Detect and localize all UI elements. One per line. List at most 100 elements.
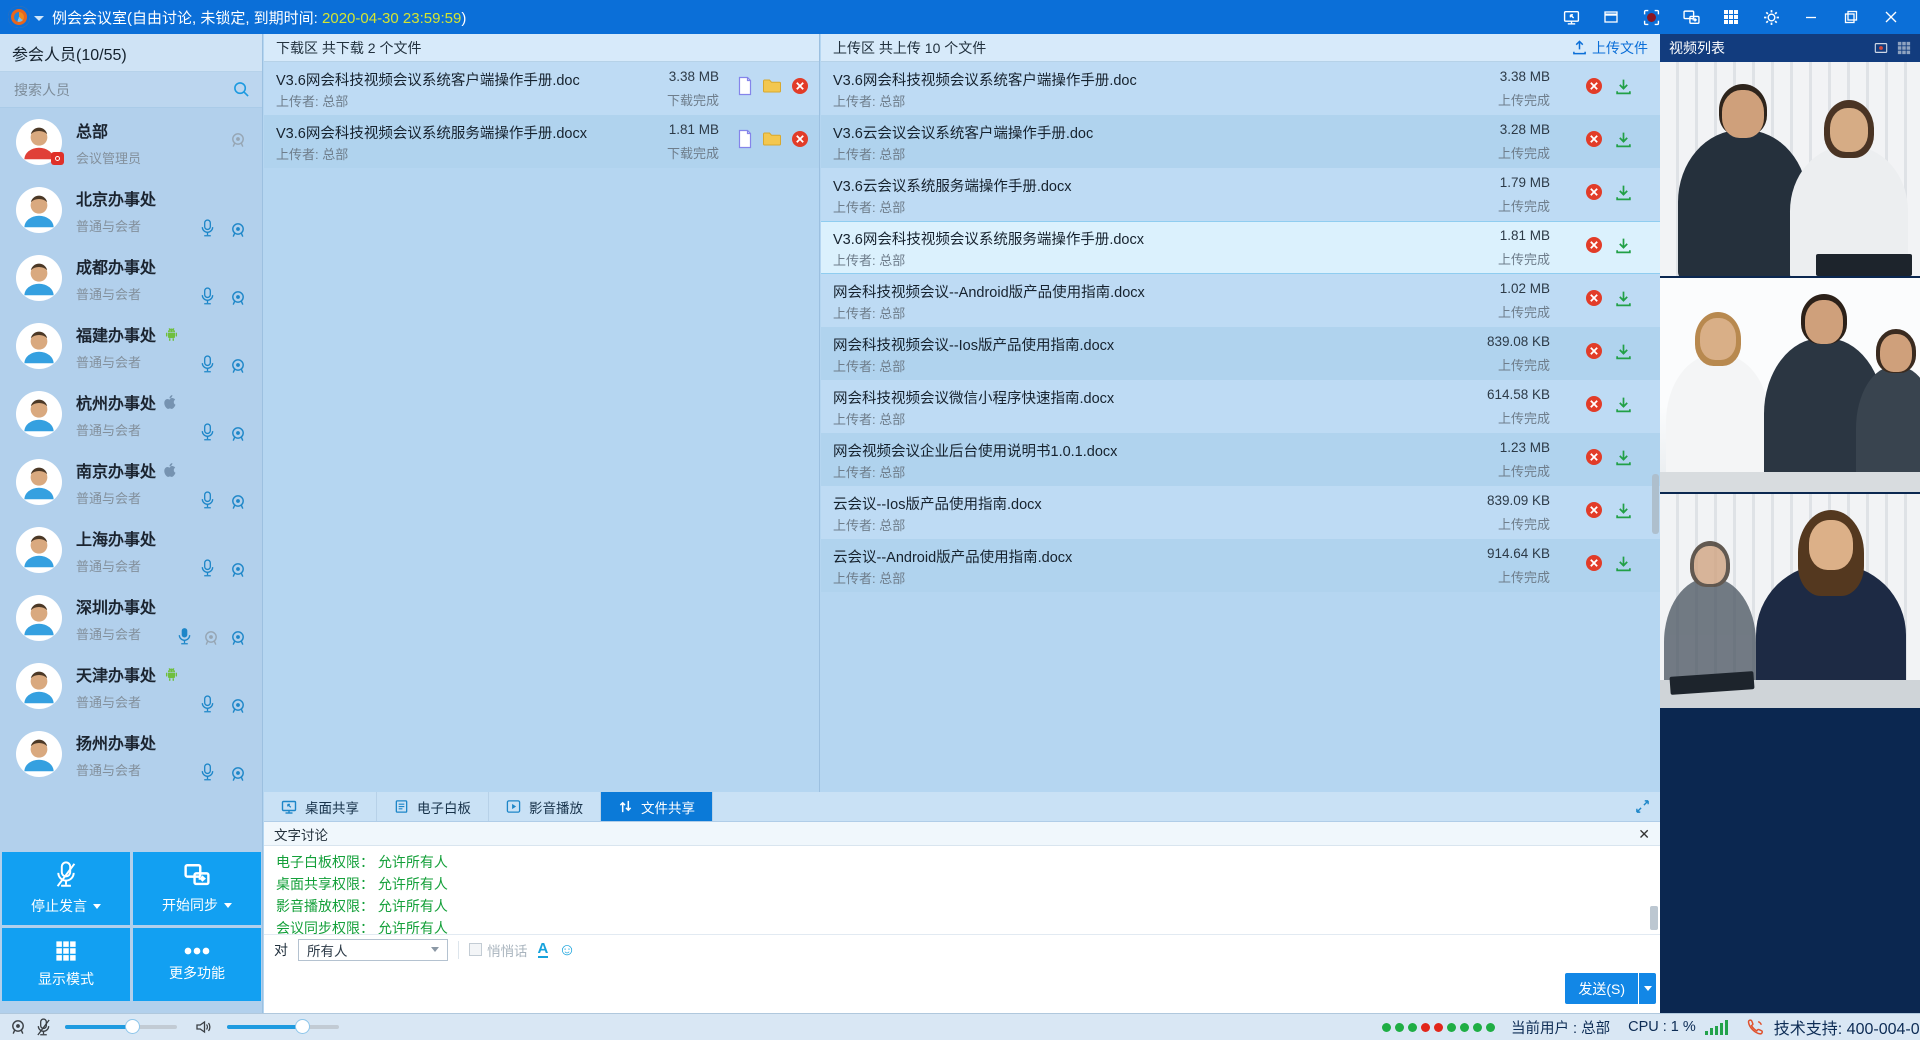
search-input[interactable] [12,81,233,99]
download-icon[interactable] [1615,396,1632,413]
webcam-icon[interactable] [230,494,246,510]
send-button[interactable]: 发送(S) [1565,973,1656,1004]
sync-screens-icon[interactable] [1676,4,1706,30]
chevron-down-icon[interactable] [224,903,232,908]
mic-icon[interactable] [200,695,215,714]
participant-row[interactable]: 扬州办事处 普通与会者 [0,720,262,788]
scrollbar-thumb[interactable] [1650,906,1658,930]
chat-input-area[interactable]: 发送(S) [264,964,1660,1012]
webcam-status-icon[interactable] [10,1019,26,1035]
upload-file-row[interactable]: V3.6网会科技视频会议系统服务端操作手册.docx 上传者: 总部 1.81 … [821,221,1660,274]
menu-chevron-icon[interactable] [34,16,44,21]
mic-icon[interactable] [200,355,215,374]
webcam-icon[interactable] [230,132,246,148]
open-folder-icon[interactable] [762,131,782,147]
delete-icon[interactable] [1585,130,1603,148]
participant-row[interactable]: 南京办事处 普通与会者 [0,448,262,516]
screen-share-icon[interactable] [1556,4,1586,30]
delete-icon[interactable] [1585,395,1603,413]
webcam-icon[interactable] [230,358,246,374]
webcam-icon[interactable] [230,290,246,306]
delete-icon[interactable] [1585,448,1603,466]
participant-row[interactable]: 深圳办事处 普通与会者 [0,584,262,652]
minimize-button[interactable] [1796,4,1826,30]
upload-file-row[interactable]: 云会议--Android版产品使用指南.docx 上传者: 总部 914.64 … [821,539,1660,592]
emoji-icon[interactable]: ☺ [558,941,575,958]
download-icon[interactable] [1615,343,1632,360]
upload-file-row[interactable]: 网会科技视频会议--Ios版产品使用指南.docx 上传者: 总部 839.08… [821,327,1660,380]
upload-file-row[interactable]: V3.6云会议系统服务端操作手册.docx 上传者: 总部 1.79 MB 上传… [821,168,1660,221]
upload-file-row[interactable]: 网会视频会议企业后台使用说明书1.0.1.docx 上传者: 总部 1.23 M… [821,433,1660,486]
search-icon[interactable] [233,81,250,98]
download-icon[interactable] [1615,78,1632,95]
video-thumbnail-2[interactable] [1660,278,1920,494]
download-file-row[interactable]: V3.6网会科技视频会议系统服务端操作手册.docx 上传者: 总部 1.81 … [264,115,819,168]
webcam-icon[interactable] [230,426,246,442]
tab-media-play[interactable]: 影音播放 [489,792,601,821]
download-icon[interactable] [1615,555,1632,572]
mic-muted-status-icon[interactable] [36,1018,51,1037]
mic-icon[interactable] [200,763,215,782]
participant-search[interactable] [0,72,262,108]
open-file-icon[interactable] [737,129,753,149]
participant-row[interactable]: 成都办事处 普通与会者 [0,244,262,312]
mic-active-icon[interactable] [177,627,192,646]
mic-icon[interactable] [200,423,215,442]
webcam-icon[interactable] [230,630,246,646]
chat-messages[interactable]: 电子白板权限： 允许所有人桌面共享权限： 允许所有人影音播放权限： 允许所有人会… [264,846,1660,934]
delete-icon[interactable] [791,130,809,148]
video-grid-icon[interactable] [1897,41,1911,55]
download-icon[interactable] [1615,290,1632,307]
video-camera-icon[interactable] [1873,41,1889,55]
slider-knob[interactable] [295,1019,310,1034]
maximize-button[interactable] [1836,4,1866,30]
delete-icon[interactable] [1585,183,1603,201]
upload-file-row[interactable]: 云会议--Ios版产品使用指南.docx 上传者: 总部 839.09 KB 上… [821,486,1660,539]
mic-volume-slider[interactable] [65,1025,177,1029]
whisper-checkbox[interactable]: 悄悄话 [469,940,528,960]
download-icon[interactable] [1615,449,1632,466]
delete-icon[interactable] [1585,236,1603,254]
webcam-icon[interactable] [230,562,246,578]
participant-row[interactable]: 天津办事处 普通与会者 [0,652,262,720]
close-icon[interactable]: ✕ [1638,827,1650,841]
mic-icon[interactable] [200,559,215,578]
participant-row[interactable]: 杭州办事处 普通与会者 [0,380,262,448]
mic-icon[interactable] [200,287,215,306]
more-functions-button[interactable]: 更多功能 [133,928,261,1001]
download-icon[interactable] [1615,131,1632,148]
speaker-icon[interactable] [195,1019,213,1035]
upload-file-button[interactable]: 上传文件 [1572,38,1648,58]
download-icon[interactable] [1615,502,1632,519]
expand-icon[interactable] [1635,799,1650,814]
delete-icon[interactable] [1585,342,1603,360]
upload-file-row[interactable]: 网会科技视频会议微信小程序快速指南.docx 上传者: 总部 614.58 KB… [821,380,1660,433]
tab-desktop-share[interactable]: 桌面共享 [264,792,377,821]
mic-icon[interactable] [200,491,215,510]
font-style-icon[interactable]: A [538,941,549,958]
video-thumbnail-3[interactable] [1660,494,1920,710]
tab-file-share[interactable]: 文件共享 [601,792,713,821]
chevron-down-icon[interactable] [93,904,101,909]
start-sync-button[interactable]: 开始同步 [133,852,261,925]
webcam-icon[interactable] [230,222,246,238]
upload-file-row[interactable]: 网会科技视频会议--Android版产品使用指南.docx 上传者: 总部 1.… [821,274,1660,327]
layout-grid-icon[interactable] [1716,4,1746,30]
download-file-row[interactable]: V3.6网会科技视频会议系统客户端操作手册.doc 上传者: 总部 3.38 M… [264,62,819,115]
delete-icon[interactable] [1585,554,1603,572]
participant-row[interactable]: 总部 会议管理员 [0,108,262,176]
delete-icon[interactable] [791,77,809,95]
speaker-volume-slider[interactable] [227,1025,339,1029]
webcam-icon[interactable] [230,698,246,714]
participant-row[interactable]: 福建办事处 普通与会者 [0,312,262,380]
display-mode-button[interactable]: 显示模式 [2,928,130,1001]
recipient-select[interactable]: 所有人 [298,939,448,961]
open-folder-icon[interactable] [762,78,782,94]
download-icon[interactable] [1615,237,1632,254]
delete-icon[interactable] [1585,501,1603,519]
fullscreen-icon[interactable] [1596,4,1626,30]
tab-whiteboard[interactable]: 电子白板 [377,792,489,821]
message-input[interactable] [264,964,1660,1012]
webcam-icon[interactable] [230,766,246,782]
download-icon[interactable] [1615,184,1632,201]
